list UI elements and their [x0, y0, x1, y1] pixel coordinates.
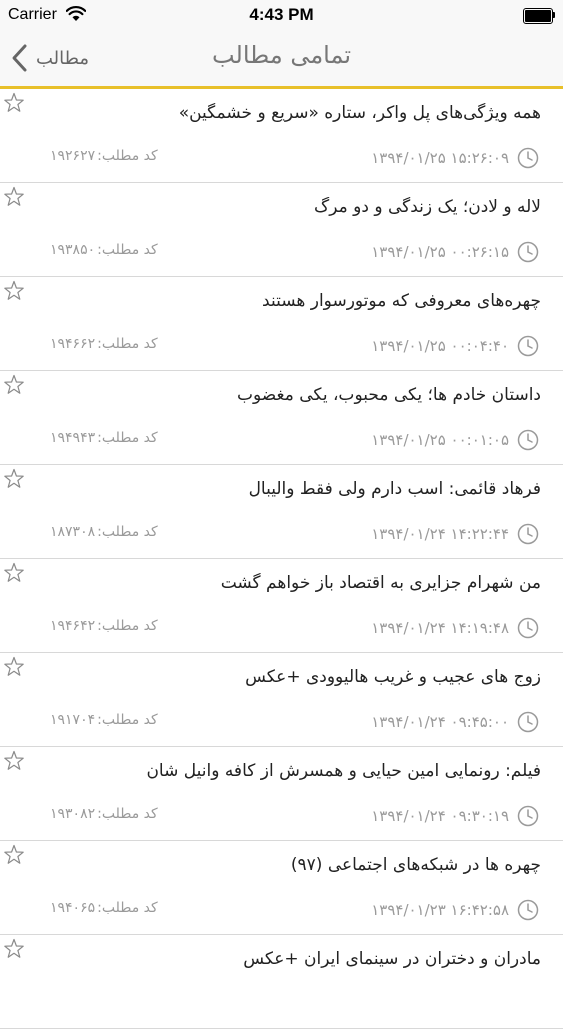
article-row[interactable]: داستان خادم ها؛ یکی محبوب، یکی مغضوب ۱۳۹…	[0, 371, 563, 465]
star-outline-icon[interactable]	[3, 656, 25, 678]
article-code-label: کد مطلب:	[97, 242, 158, 258]
article-time: ۱۳۹۴/۰۱/۲۴ ۰۹:۴۵:۰۰	[371, 711, 539, 733]
article-row[interactable]: فرهاد قائمی: اسب دارم ولی فقط والیبال ۱۳…	[0, 465, 563, 559]
article-code-value: ۱۹۳۸۵۰	[50, 242, 96, 258]
article-time: ۱۳۹۴/۰۱/۲۴ ۱۴:۱۹:۴۸	[371, 617, 539, 639]
article-time: ۱۳۹۴/۰۱/۲۳ ۱۶:۴۲:۵۸	[371, 899, 539, 921]
article-code-label: کد مطلب:	[97, 524, 158, 540]
article-code-value: ۱۸۷۳۰۸	[50, 524, 96, 540]
article-title: مادران و دختران در سینمای ایران +عکس	[243, 949, 541, 969]
article-code-value: ۱۹۳۰۸۲	[50, 806, 96, 822]
clock-icon	[517, 711, 539, 733]
clock-icon	[517, 147, 539, 169]
article-time: ۱۳۹۴/۰۱/۲۴ ۰۹:۳۰:۱۹	[371, 805, 539, 827]
article-title: لاله و لادن؛ یک زندگی و دو مرگ	[314, 197, 541, 217]
star-outline-icon[interactable]	[3, 186, 25, 208]
article-row[interactable]: من شهرام جزایری به اقتصاد باز خواهم گشت …	[0, 559, 563, 653]
navigation-bar: مطالب تمامی مطالب	[0, 30, 563, 89]
article-code-label: کد مطلب:	[97, 618, 158, 634]
article-code-label: کد مطلب:	[97, 430, 158, 446]
article-code-label: کد مطلب:	[97, 712, 158, 728]
article-code-value: ۱۹۴۶۴۲	[50, 618, 96, 634]
article-code: کد مطلب:۱۸۷۳۰۸	[50, 524, 158, 540]
article-list: همه ویژگی‌های پل واکر، ستاره «سریع و خشم…	[0, 89, 563, 1029]
article-time: ۱۳۹۴/۰۱/۲۵ ۰۰:۰۴:۴۰	[371, 335, 539, 357]
article-datetime: ۱۳۹۴/۰۱/۲۵ ۰۰:۰۴:۴۰	[371, 337, 509, 355]
star-outline-icon[interactable]	[3, 844, 25, 866]
article-title: چهره‌های معروفی که موتورسوار هستند	[262, 291, 541, 311]
star-outline-icon[interactable]	[3, 280, 25, 302]
article-code: کد مطلب:۱۹۳۰۸۲	[50, 806, 158, 822]
star-outline-icon[interactable]	[3, 468, 25, 490]
page-title: تمامی مطالب	[211, 41, 352, 69]
article-title: زوج های عجیب و غریب هالیوودی +عکس	[245, 667, 541, 687]
star-outline-icon[interactable]	[3, 92, 25, 114]
clock-icon	[517, 805, 539, 827]
star-outline-icon[interactable]	[3, 750, 25, 772]
star-outline-icon[interactable]	[3, 562, 25, 584]
article-code: کد مطلب:۱۹۱۷۰۴	[50, 712, 158, 728]
article-row[interactable]: فیلم: رونمایی امین حیایی و همسرش از کافه…	[0, 747, 563, 841]
article-code: کد مطلب:۱۹۲۶۲۷	[50, 148, 158, 164]
article-row[interactable]: زوج های عجیب و غریب هالیوودی +عکس ۱۳۹۴/۰…	[0, 653, 563, 747]
star-outline-icon[interactable]	[3, 374, 25, 396]
article-code-label: کد مطلب:	[97, 900, 158, 916]
article-datetime: ۱۳۹۴/۰۱/۲۴ ۰۹:۴۵:۰۰	[371, 713, 509, 731]
article-datetime: ۱۳۹۴/۰۱/۲۴ ۱۴:۲۲:۴۴	[371, 525, 509, 543]
clock-icon	[517, 241, 539, 263]
article-code-value: ۱۹۱۷۰۴	[50, 712, 96, 728]
article-code-value: ۱۹۴۰۶۵	[50, 900, 96, 916]
article-datetime: ۱۳۹۴/۰۱/۲۴ ۰۹:۳۰:۱۹	[371, 807, 509, 825]
article-row[interactable]: چهره ها در شبکه‌های اجتماعی (۹۷) ۱۳۹۴/۰۱…	[0, 841, 563, 935]
clock-icon	[517, 429, 539, 451]
article-title: فرهاد قائمی: اسب دارم ولی فقط والیبال	[248, 479, 541, 499]
article-title: چهره ها در شبکه‌های اجتماعی (۹۷)	[290, 855, 541, 875]
star-outline-icon[interactable]	[3, 938, 25, 960]
article-datetime: ۱۳۹۴/۰۱/۲۴ ۱۴:۱۹:۴۸	[371, 619, 509, 637]
article-datetime: ۱۳۹۴/۰۱/۲۵ ۱۵:۲۶:۰۹	[371, 149, 509, 167]
article-time: ۱۳۹۴/۰۱/۲۴ ۱۴:۲۲:۴۴	[371, 523, 539, 545]
article-row[interactable]: لاله و لادن؛ یک زندگی و دو مرگ ۱۳۹۴/۰۱/۲…	[0, 183, 563, 277]
battery-icon	[523, 8, 555, 24]
article-datetime: ۱۳۹۴/۰۱/۲۵ ۰۰:۰۱:۰۵	[371, 431, 509, 449]
article-title: من شهرام جزایری به اقتصاد باز خواهم گشت	[220, 573, 541, 593]
article-code-label: کد مطلب:	[97, 806, 158, 822]
article-code-value: ۱۹۴۶۶۲	[50, 336, 96, 352]
clock-icon	[517, 335, 539, 357]
article-datetime: ۱۳۹۴/۰۱/۲۵ ۰۰:۲۶:۱۵	[371, 243, 509, 261]
article-row[interactable]: چهره‌های معروفی که موتورسوار هستند ۱۳۹۴/…	[0, 277, 563, 371]
clock-icon	[517, 899, 539, 921]
clock-icon	[517, 617, 539, 639]
article-title: فیلم: رونمایی امین حیایی و همسرش از کافه…	[146, 761, 541, 781]
article-time: ۱۳۹۴/۰۱/۲۵ ۱۵:۲۶:۰۹	[371, 147, 539, 169]
article-code: کد مطلب:۱۹۴۹۴۳	[50, 430, 158, 446]
article-code: کد مطلب:۱۹۴۶۶۲	[50, 336, 158, 352]
article-code: کد مطلب:۱۹۳۸۵۰	[50, 242, 158, 258]
article-datetime: ۱۳۹۴/۰۱/۲۳ ۱۶:۴۲:۵۸	[371, 901, 509, 919]
article-row[interactable]: مادران و دختران در سینمای ایران +عکس	[0, 935, 563, 1029]
article-code-value: ۱۹۲۶۲۷	[50, 148, 96, 164]
article-code-label: کد مطلب:	[97, 336, 158, 352]
status-bar: Carrier 4:43 PM	[0, 0, 563, 30]
clock-icon	[517, 523, 539, 545]
article-title: همه ویژگی‌های پل واکر، ستاره «سریع و خشم…	[178, 103, 541, 123]
article-title: داستان خادم ها؛ یکی محبوب، یکی مغضوب	[237, 385, 541, 405]
article-time: ۱۳۹۴/۰۱/۲۵ ۰۰:۰۱:۰۵	[371, 429, 539, 451]
status-time: 4:43 PM	[249, 5, 314, 24]
article-code: کد مطلب:۱۹۴۶۴۲	[50, 618, 158, 634]
article-row[interactable]: همه ویژگی‌های پل واکر، ستاره «سریع و خشم…	[0, 89, 563, 183]
article-code-label: کد مطلب:	[97, 148, 158, 164]
article-code-value: ۱۹۴۹۴۳	[50, 430, 96, 446]
article-code: کد مطلب:۱۹۴۰۶۵	[50, 900, 158, 916]
article-time: ۱۳۹۴/۰۱/۲۵ ۰۰:۲۶:۱۵	[371, 241, 539, 263]
